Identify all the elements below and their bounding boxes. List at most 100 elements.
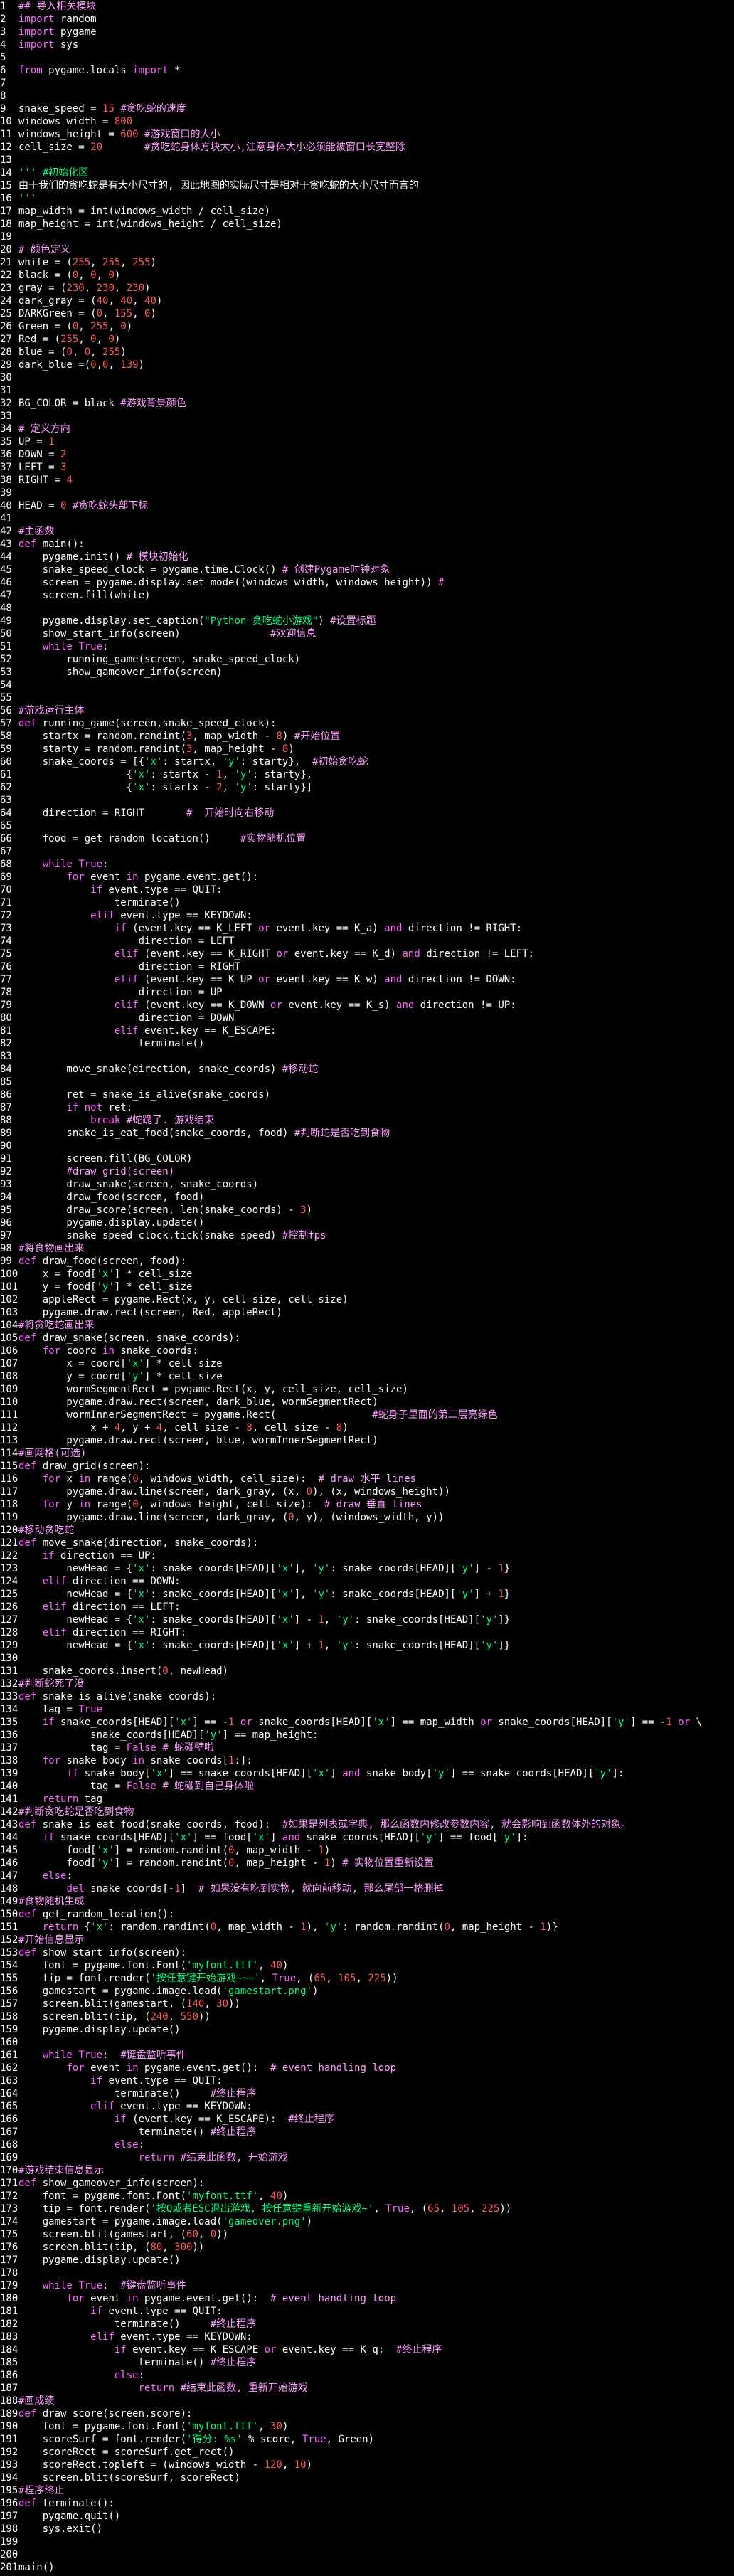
code-line[interactable]: 18 map_height = int(windows_height / cell…	[0, 218, 734, 230]
code-line[interactable]: 36 DOWN = 2	[0, 448, 734, 461]
code-line[interactable]: 120#移动贪吃蛇	[0, 1524, 734, 1537]
code-line[interactable]: 110 pygame.draw.rect(screen, dark_blue, …	[0, 1396, 734, 1409]
code-line[interactable]: 125 newHead = {'x': snake_coords[HEAD]['…	[0, 1588, 734, 1601]
code-line[interactable]: 182 terminate() #终止程序	[0, 2318, 734, 2331]
code-line[interactable]: 180 for event in pygame.event.get(): # e…	[0, 2292, 734, 2305]
code-line[interactable]: 145 food['x'] = random.randint(0, map_wi…	[0, 1844, 734, 1857]
code-line[interactable]: 17 map_width = int(windows_width / cell_s…	[0, 205, 734, 218]
code-line[interactable]: 72 elif event.type == KEYDOWN:	[0, 909, 734, 922]
code-line[interactable]: 169 return #结束此函数, 开始游戏	[0, 2151, 734, 2164]
code-line[interactable]: 146 food['y'] = random.randint(0, map_he…	[0, 1857, 734, 1870]
code-line[interactable]: 48	[0, 602, 734, 615]
code-line[interactable]: 174 gamestart = pygame.image.load('gameo…	[0, 2215, 734, 2228]
code-line[interactable]: 94 draw_food(screen, food)	[0, 1191, 734, 1204]
code-line[interactable]: 185 terminate() #终止程序	[0, 2356, 734, 2369]
code-line[interactable]: 88 break #蛇跪了. 游戏结束	[0, 1114, 734, 1127]
code-line[interactable]: 79 elif (event.key == K_DOWN or event.ke…	[0, 999, 734, 1012]
code-line[interactable]: 15 由于我们的贪吃蛇是有大小尺寸的, 因此地图的实际尺寸是相对于贪吃蛇的大小尺寸…	[0, 179, 734, 192]
code-line[interactable]: 155 tip = font.render('按任意键开始游戏~~~', Tru…	[0, 1972, 734, 1985]
code-line[interactable]: 181 if event.type == QUIT:	[0, 2305, 734, 2318]
code-line[interactable]: 65	[0, 820, 734, 832]
code-line[interactable]: 7	[0, 77, 734, 90]
code-line[interactable]: 70 if event.type == QUIT:	[0, 884, 734, 896]
code-line[interactable]: 122 if direction == UP:	[0, 1549, 734, 1562]
code-line[interactable]: 6 from pygame.locals import *	[0, 64, 734, 77]
code-line[interactable]: 160	[0, 2036, 734, 2049]
code-line[interactable]: 83	[0, 1050, 734, 1063]
code-line[interactable]: 62 {'x': startx - 2, 'y': starty}]	[0, 781, 734, 794]
code-line[interactable]: 105def draw_snake(screen, snake_coords):	[0, 1332, 734, 1345]
code-line[interactable]: 19	[0, 230, 734, 243]
code-line[interactable]: 164 terminate() #终止程序	[0, 2087, 734, 2100]
code-line[interactable]: 158 screen.blit(tip, (240, 550))	[0, 2010, 734, 2023]
code-line[interactable]: 92 #draw_grid(screen)	[0, 1165, 734, 1178]
code-line[interactable]: 85	[0, 1076, 734, 1088]
code-line[interactable]: 184 if event.key == K_ESCAPE or event.ke…	[0, 2343, 734, 2356]
code-line[interactable]: 78 direction = UP	[0, 986, 734, 999]
code-line[interactable]: 38 RIGHT = 4	[0, 474, 734, 487]
code-line[interactable]: 34 # 定义方向	[0, 423, 734, 435]
code-line[interactable]: 147 else:	[0, 1870, 734, 1882]
code-line[interactable]: 71 terminate()	[0, 896, 734, 909]
code-line[interactable]: 177 pygame.display.update()	[0, 2254, 734, 2267]
code-line[interactable]: 49 pygame.display.set_caption("Python 贪吃…	[0, 615, 734, 627]
code-line[interactable]: 16 '''	[0, 192, 734, 205]
code-line[interactable]: 133def snake_is_alive(snake_coords):	[0, 1690, 734, 1703]
code-line[interactable]: 196def terminate():	[0, 2497, 734, 2510]
code-line[interactable]: 134 tag = True	[0, 1703, 734, 1716]
code-line[interactable]: 10 windows_width = 800	[0, 115, 734, 128]
code-line[interactable]: 165 elif event.type == KEYDOWN:	[0, 2100, 734, 2113]
code-line[interactable]: 91 screen.fill(BG_COLOR)	[0, 1152, 734, 1165]
code-line[interactable]: 109 wormSegmentRect = pygame.Rect(x, y, …	[0, 1383, 734, 1396]
code-line[interactable]: 14 ''' #初始化区	[0, 166, 734, 179]
code-line[interactable]: 128 elif direction == RIGHT:	[0, 1626, 734, 1639]
code-line[interactable]: 69 for event in pygame.event.get():	[0, 871, 734, 884]
code-line[interactable]: 97 snake_speed_clock.tick(snake_speed) #…	[0, 1229, 734, 1242]
code-line[interactable]: 104#将贪吃蛇画出来	[0, 1319, 734, 1332]
code-line[interactable]: 60 snake_coords = [{'x': startx, 'y': st…	[0, 756, 734, 768]
code-line[interactable]: 197 pygame.quit()	[0, 2510, 734, 2523]
code-line[interactable]: 187 return #结束此函数, 重新开始游戏	[0, 2382, 734, 2395]
code-line[interactable]: 9 snake_speed = 15 #贪吃蛇的速度	[0, 102, 734, 115]
code-line[interactable]: 74 direction = LEFT	[0, 935, 734, 948]
code-line[interactable]: 57 def running_game(screen,snake_speed_cl…	[0, 717, 734, 730]
code-line[interactable]: 173 tip = font.render('按Q或者ESC退出游戏, 按任意键…	[0, 2203, 734, 2215]
code-line[interactable]: 53 show_gameover_info(screen)	[0, 666, 734, 679]
code-line[interactable]: 136 snake_coords[HEAD]['y'] == map_heigh…	[0, 1729, 734, 1742]
code-line[interactable]: 131 snake_coords.insert(0, newHead)	[0, 1665, 734, 1677]
code-line[interactable]: 132#判断蛇死了没	[0, 1677, 734, 1690]
code-line[interactable]: 27 Red = (255, 0, 0)	[0, 333, 734, 346]
code-line[interactable]: 194 screen.blit(scoreSurf, scoreRect)	[0, 2471, 734, 2484]
code-line[interactable]: 64 direction = RIGHT # 开始时向右移动	[0, 807, 734, 820]
code-line[interactable]: 152#开始信息显示	[0, 1934, 734, 1946]
code-line[interactable]: 153def show_start_info(screen):	[0, 1946, 734, 1959]
code-line[interactable]: 40 HEAD = 0 #贪吃蛇头部下标	[0, 499, 734, 512]
code-line[interactable]: 51 while True:	[0, 640, 734, 653]
code-line[interactable]: 73 if (event.key == K_LEFT or event.key …	[0, 922, 734, 935]
code-line[interactable]: 154 font = pygame.font.Font('myfont.ttf'…	[0, 1959, 734, 1972]
code-line[interactable]: 200	[0, 2548, 734, 2561]
code-line[interactable]: 117 pygame.draw.line(screen, dark_gray, …	[0, 1485, 734, 1498]
code-line[interactable]: 68 while True:	[0, 858, 734, 871]
code-line[interactable]: 124 elif direction == DOWN:	[0, 1575, 734, 1588]
code-line[interactable]: 106 for coord in snake_coords:	[0, 1345, 734, 1357]
code-line[interactable]: 111 wormInnerSegmentRect = pygame.Rect( …	[0, 1409, 734, 1421]
code-line[interactable]: 43 def main():	[0, 538, 734, 551]
code-line[interactable]: 81 elif event.key == K_ESCAPE:	[0, 1024, 734, 1037]
code-line[interactable]: 193 scoreRect.topleft = (windows_width -…	[0, 2459, 734, 2471]
code-line[interactable]: 44 pygame.init() # 模块初始化	[0, 551, 734, 563]
code-line[interactable]: 176 screen.blit(tip, (80, 300))	[0, 2241, 734, 2254]
code-line[interactable]: 98 #将食物画出来	[0, 1242, 734, 1255]
code-line[interactable]: 5	[0, 51, 734, 64]
code-line[interactable]: 139 if snake_body['x'] == snake_coords[H…	[0, 1767, 734, 1780]
code-line[interactable]: 11 windows_height = 600 #游戏窗口的大小	[0, 128, 734, 141]
code-line[interactable]: 61 {'x': startx - 1, 'y': starty},	[0, 768, 734, 781]
code-line[interactable]: 90	[0, 1140, 734, 1152]
code-line[interactable]: 39	[0, 487, 734, 499]
code-line[interactable]: 168 else:	[0, 2138, 734, 2151]
code-line[interactable]: 113 pygame.draw.rect(screen, blue, wormI…	[0, 1434, 734, 1447]
code-line[interactable]: 175 screen.blit(gamestart, (60, 0))	[0, 2228, 734, 2241]
code-line[interactable]: 199	[0, 2535, 734, 2548]
code-line[interactable]: 102 appleRect = pygame.Rect(x, y, cell_s…	[0, 1293, 734, 1306]
code-line[interactable]: 129 newHead = {'x': snake_coords[HEAD]['…	[0, 1639, 734, 1652]
